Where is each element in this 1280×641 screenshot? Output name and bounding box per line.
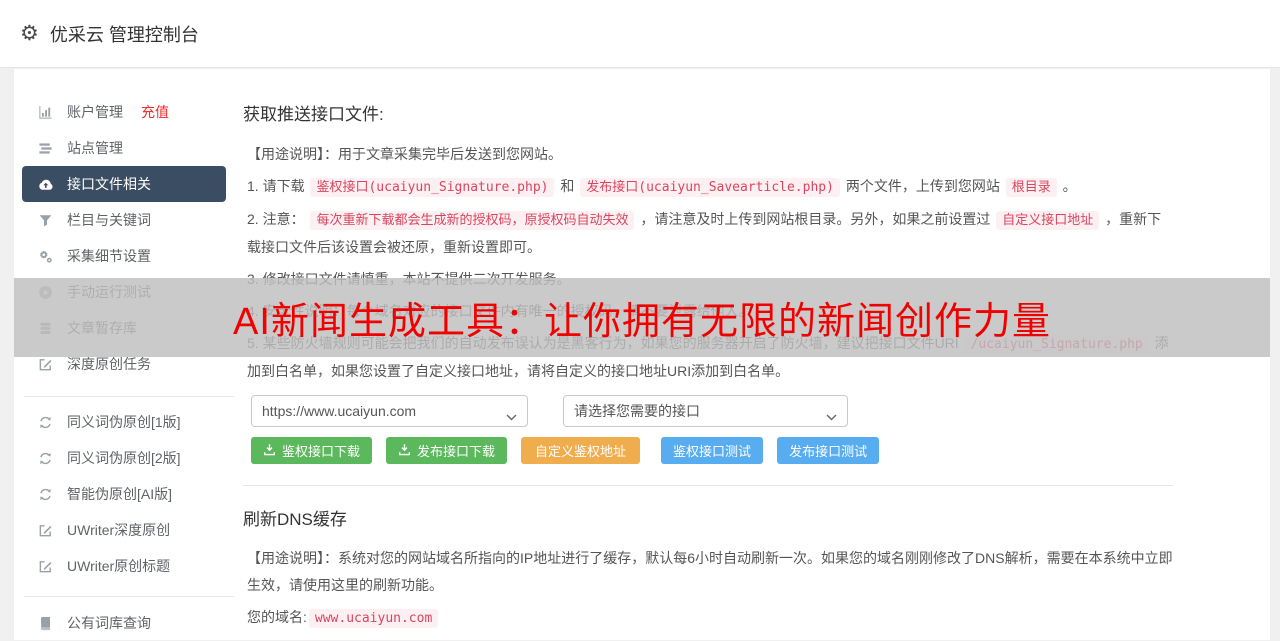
signature-test-button[interactable]: 鉴权接口测试 — [661, 437, 764, 464]
button-row: 鉴权接口下载 发布接口下载 自定义鉴权地址 鉴权接口测试 发布接口测试 — [251, 437, 1173, 464]
edit-icon — [36, 522, 54, 538]
sidebar-item-collection-settings[interactable]: 采集细节设置 — [22, 238, 226, 274]
download-icon — [263, 443, 276, 459]
gear-icon: ⚙ — [20, 22, 39, 45]
sidebar-divider — [24, 396, 234, 397]
sidebar-item-public-thesaurus[interactable]: 公有词库查询 — [22, 605, 226, 641]
site-list-icon — [36, 140, 54, 156]
code-your-domain: www.ucaiyun.com — [308, 609, 439, 628]
filter-icon — [36, 212, 54, 228]
app-title: 优采云 管理控制台 — [49, 24, 199, 45]
bar-chart-icon — [36, 104, 54, 120]
sidebar-item-label: 站点管理 — [67, 140, 123, 156]
sidebar-item-label: 深度原创任务 — [67, 356, 151, 372]
sidebar-item-label: 同义词伪原创[1版] — [67, 414, 181, 430]
sidebar-item-label: 接口文件相关 — [67, 176, 151, 192]
publish-download-button[interactable]: 发布接口下载 — [386, 437, 508, 464]
custom-auth-address-button[interactable]: 自定义鉴权地址 — [521, 437, 641, 464]
dns-usage-note: 【用途说明】：系统对您的网站域名所指向的IP地址进行了缓存，默认每6小时自动刷新… — [247, 550, 1173, 593]
recharge-badge[interactable]: 充值 — [141, 102, 169, 122]
sidebar-item-sites[interactable]: 站点管理 — [22, 130, 226, 166]
sidebar-item-account[interactable]: 账户管理 充值 — [22, 94, 226, 130]
refresh-icon — [36, 450, 54, 466]
promo-overlay-banner: AI新闻生成工具：让你拥有无限的新闻创作力量 — [14, 278, 1270, 357]
sidebar-item-label: UWriter原创标题 — [67, 558, 171, 574]
download-icon — [398, 443, 411, 459]
domain-select[interactable]: https://www.ucaiyun.com — [251, 395, 528, 427]
app-header: ⚙ 优采云 管理控制台 — [0, 0, 1280, 68]
sidebar-item-label: 同义词伪原创[2版] — [67, 450, 181, 466]
code-savearticle-file: 发布接口(ucaiyun_Savearticle.php) — [580, 178, 840, 197]
sidebar-item-synonym-v2[interactable]: 同义词伪原创[2版] — [22, 440, 226, 476]
sidebar-item-interface-files[interactable]: 接口文件相关 — [22, 166, 226, 202]
sidebar-item-label: 公有词库查询 — [67, 615, 151, 631]
sidebar-item-label: 采集细节设置 — [67, 248, 151, 264]
instruction-2: 2. 注意： 每次重新下载都会生成新的授权码，原授权码自动失效 ，请注意及时上传… — [247, 211, 1162, 255]
sidebar-item-smart-ai[interactable]: 智能伪原创[AI版] — [22, 476, 226, 512]
book-icon — [36, 615, 54, 631]
controls-row: https://www.ucaiyun.com 请选择您需要的接口 — [251, 395, 1173, 427]
section-title: 获取推送接口文件: — [243, 105, 384, 124]
domain-select-wrap: https://www.ucaiyun.com — [251, 395, 528, 427]
edit-icon — [36, 558, 54, 574]
sidebar-item-columns-keywords[interactable]: 栏目与关键词 — [22, 202, 226, 238]
instruction-1: 1. 请下载 鉴权接口(ucaiyun_Signature.php) 和 发布接… — [247, 178, 1077, 197]
sidebar-item-synonym-v1[interactable]: 同义词伪原创[1版] — [22, 404, 226, 440]
refresh-icon — [36, 486, 54, 502]
sidebar-item-label: 栏目与关键词 — [67, 212, 151, 228]
cloud-upload-icon — [36, 176, 54, 192]
interface-select[interactable]: 请选择您需要的接口 — [563, 395, 848, 427]
sidebar-divider — [24, 596, 234, 597]
sidebar-item-label: 智能伪原创[AI版] — [67, 486, 173, 502]
code-custom-api-address: 自定义接口地址 — [996, 211, 1100, 230]
section-divider — [243, 485, 1173, 486]
gears-icon — [36, 248, 54, 264]
code-auth-warning: 每次重新下载都会生成新的授权码，原授权码自动失效 — [310, 211, 635, 230]
sidebar-item-uwriter-deep[interactable]: UWriter深度原创 — [22, 512, 226, 548]
dns-section-title: 刷新DNS缓存 — [243, 510, 347, 529]
promo-overlay-text: AI新闻生成工具：让你拥有无限的新闻创作力量 — [233, 301, 1051, 343]
dns-domain-line: 您的域名: www.ucaiyun.com — [243, 604, 1173, 632]
interface-select-wrap: 请选择您需要的接口 — [563, 395, 848, 427]
code-signature-file: 鉴权接口(ucaiyun_Signature.php) — [310, 178, 555, 197]
publish-test-button[interactable]: 发布接口测试 — [777, 437, 880, 464]
usage-note: 【用途说明】：用于文章采集完毕后发送到您网站。 — [247, 146, 562, 162]
refresh-icon — [36, 414, 54, 430]
code-root-dir: 根目录 — [1005, 178, 1057, 197]
edit-icon — [36, 356, 54, 372]
sidebar-item-uwriter-title[interactable]: UWriter原创标题 — [22, 548, 226, 584]
sidebar-item-label: UWriter深度原创 — [67, 522, 171, 538]
sidebar-item-label: 账户管理 — [67, 104, 123, 120]
signature-download-button[interactable]: 鉴权接口下载 — [251, 437, 373, 464]
